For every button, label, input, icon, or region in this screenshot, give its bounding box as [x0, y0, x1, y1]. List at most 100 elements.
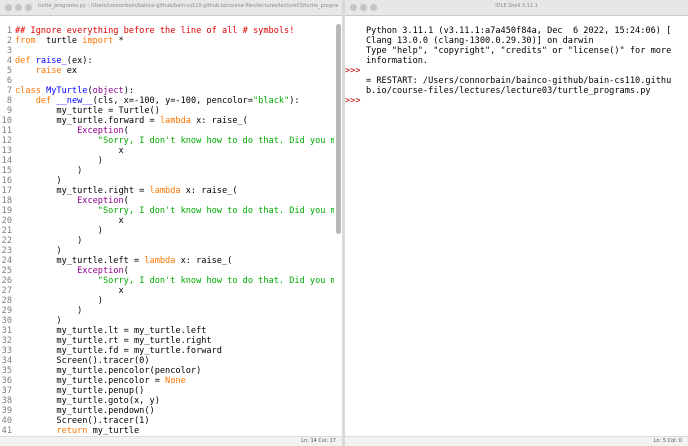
code-text: ) [15, 156, 103, 166]
shell-line[interactable]: Clang 13.0.0 (clang-1300.0.29.30)] on da… [345, 36, 680, 46]
code-line[interactable]: 6 [0, 76, 334, 86]
shell-line[interactable]: Type "help", "copyright", "credits" or "… [345, 46, 680, 56]
code-token: my_turtle.left = [15, 256, 145, 266]
code-text: ) [15, 246, 62, 256]
close-window-button[interactable] [5, 4, 12, 11]
shell-status-bar: Ln: 5 Col: 0 [345, 436, 688, 446]
code-line[interactable]: 15 ) [0, 166, 334, 176]
code-line[interactable]: 40 Screen().tracer(1) [0, 416, 334, 426]
code-line[interactable]: 23 ) [0, 246, 334, 256]
line-number: 9 [6, 106, 12, 116]
code-text: ) [15, 306, 82, 316]
code-token: ( [123, 196, 129, 206]
code-text: ) [15, 316, 62, 326]
code-text: class MyTurtle(object): [15, 86, 134, 96]
code-text: ) [15, 176, 61, 186]
shell-scrollbar[interactable] [682, 20, 687, 432]
code-line[interactable]: 26 "Sorry, I don't know how to do that. … [0, 276, 334, 286]
code-token: x: raise_( [175, 256, 233, 266]
code-line[interactable]: 20 x [0, 216, 334, 226]
code-token: * [113, 36, 124, 46]
minimize-window-button[interactable] [15, 4, 22, 11]
code-token: ) [15, 246, 62, 256]
line-number: 1 [6, 26, 12, 36]
code-line[interactable]: 22 ) [0, 236, 334, 246]
code-line[interactable]: 39 my_turtle.pendown() [0, 406, 334, 416]
code-token: my_turtle = Turtle() [15, 106, 160, 116]
code-line[interactable]: 28 ) [0, 296, 334, 306]
shell-line[interactable]: b.io/course-files/lectures/lecture03/tur… [345, 86, 680, 96]
code-token: my_turtle.pendown() [15, 406, 155, 416]
code-line[interactable]: 33 my_turtle.fd = my_turtle.forward [0, 346, 334, 356]
code-line[interactable]: 35 my_turtle.pencolor(pencolor) [0, 366, 334, 376]
code-line[interactable]: 25 Exception( [0, 266, 334, 276]
code-line[interactable]: 24 my_turtle.left = lambda x: raise_( [0, 256, 334, 266]
shell-line[interactable]: Python 3.11.1 (v3.11.1:a7a450f84a, Dec 6… [345, 26, 680, 36]
code-text: my_turtle.pencolor = None [15, 376, 185, 386]
code-line[interactable]: 5 raise ex [0, 66, 334, 76]
code-token: Screen().tracer(1) [15, 416, 150, 426]
code-line[interactable]: 30 ) [0, 316, 334, 326]
shell-output: = RESTART: /Users/connorbain/bainco-gith… [366, 76, 672, 86]
code-text: x [15, 286, 123, 296]
code-line[interactable]: 18 Exception( [0, 196, 334, 206]
editor-scrollbar-thumb[interactable] [336, 24, 341, 234]
editor-text-area[interactable]: 1 ## Ignore everything before the line of… [0, 26, 334, 436]
shell-prompt: >>> [345, 66, 361, 76]
code-line[interactable]: 7 class MyTurtle(object): [0, 86, 334, 96]
code-line[interactable]: 36 my_turtle.pencolor = None [0, 376, 334, 386]
code-line[interactable]: 34 Screen().tracer(0) [0, 356, 334, 366]
editor-titlebar[interactable]: turtle_programs.py - /Users/connorbain/b… [0, 0, 342, 16]
code-line[interactable]: 9 my_turtle = Turtle() [0, 106, 334, 116]
shell-line[interactable]: >>> [345, 66, 680, 76]
code-line[interactable]: 37 my_turtle.penup() [0, 386, 334, 396]
line-number: 36 [1, 376, 12, 386]
code-token: raise [35, 66, 62, 76]
code-token: ) [15, 316, 62, 326]
code-line[interactable]: 19 "Sorry, I don't know how to do that. … [0, 206, 334, 216]
code-line[interactable]: 3 [0, 46, 334, 56]
shell-text-area[interactable]: Python 3.11.1 (v3.11.1:a7a450f84a, Dec 6… [345, 26, 680, 436]
shell-titlebar[interactable]: IDLE Shell 3.11.1 [345, 0, 688, 16]
code-token: ( [123, 266, 129, 276]
editor-status-bar: Ln: 14 Col: 17 [0, 436, 342, 446]
code-line[interactable]: 1 ## Ignore everything before the line of… [0, 26, 334, 36]
code-line[interactable]: 29 ) [0, 306, 334, 316]
code-line[interactable]: 41 return my_turtle [0, 426, 334, 436]
code-line[interactable]: 10 my_turtle.forward = lambda x: raise_( [0, 116, 334, 126]
line-number: 23 [1, 246, 12, 256]
code-line[interactable]: 2 from turtle import * [0, 36, 334, 46]
code-line[interactable]: 32 my_turtle.rt = my_turtle.right [0, 336, 334, 346]
code-line[interactable]: 31 my_turtle.lt = my_turtle.left [0, 326, 334, 336]
code-token: "Sorry, I don't know how to do that. Did… [97, 136, 334, 146]
code-line[interactable]: 38 my_turtle.goto(x, y) [0, 396, 334, 406]
line-number: 27 [1, 286, 12, 296]
shell-line[interactable]: >>> [345, 96, 680, 106]
code-text: my_turtle.right = lambda x: raise_( [15, 186, 237, 196]
zoom-window-button[interactable] [25, 4, 32, 11]
code-line[interactable]: 27 x [0, 286, 334, 296]
code-text: my_turtle.penup() [15, 386, 144, 396]
code-line[interactable]: 17 my_turtle.right = lambda x: raise_( [0, 186, 334, 196]
code-text: Screen().tracer(0) [15, 356, 149, 366]
shell-line[interactable]: information. [345, 56, 680, 66]
code-line[interactable]: 21 ) [0, 226, 334, 236]
editor-scrollbar[interactable] [336, 20, 341, 432]
code-line[interactable]: 8 def __new__(cls, x=-100, y=-100, penco… [0, 96, 334, 106]
code-line[interactable]: 16 ) [0, 176, 334, 186]
code-line[interactable]: 4 def raise_(ex): [0, 56, 334, 66]
code-line[interactable]: 12 "Sorry, I don't know how to do that. … [0, 136, 334, 146]
shell-output: Python 3.11.1 (v3.11.1:a7a450f84a, Dec 6… [366, 26, 672, 36]
shell-line[interactable]: = RESTART: /Users/connorbain/bainco-gith… [345, 76, 680, 86]
code-text: ) [15, 166, 82, 176]
line-number: 35 [1, 366, 12, 376]
code-line[interactable]: 13 x [0, 146, 334, 156]
code-token: Exception [77, 196, 124, 206]
code-line[interactable]: 14 ) [0, 156, 334, 166]
line-number: 16 [1, 176, 12, 186]
line-number: 11 [1, 126, 12, 136]
code-token: import [82, 36, 114, 46]
code-line[interactable]: 11 Exception( [0, 126, 334, 136]
